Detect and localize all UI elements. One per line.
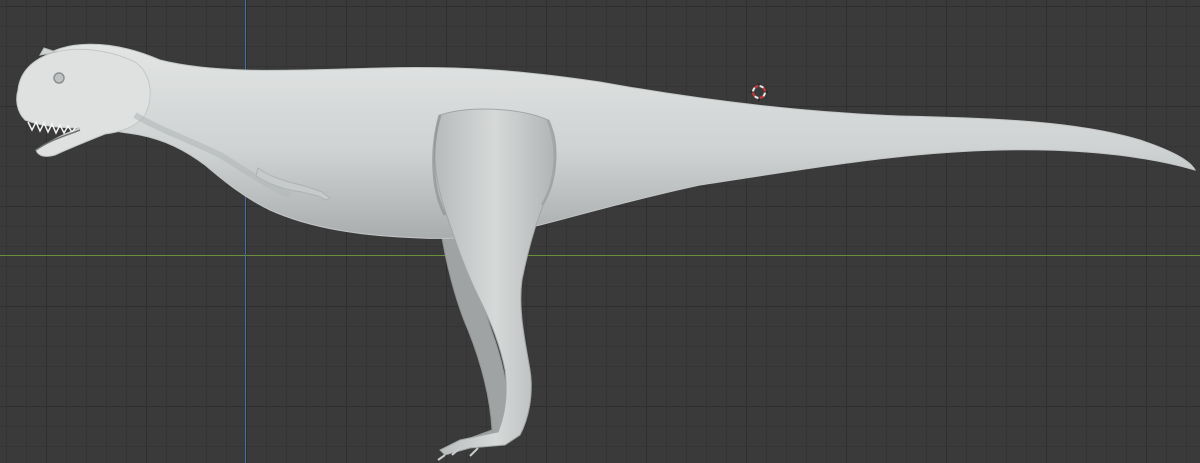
- 3d-viewport[interactable]: [0, 0, 1200, 463]
- eye: [53, 72, 65, 84]
- dinosaur-mesh[interactable]: [0, 0, 1200, 463]
- body-tail: [39, 43, 1196, 239]
- 3d-cursor-icon[interactable]: [750, 83, 768, 101]
- head: [16, 48, 151, 157]
